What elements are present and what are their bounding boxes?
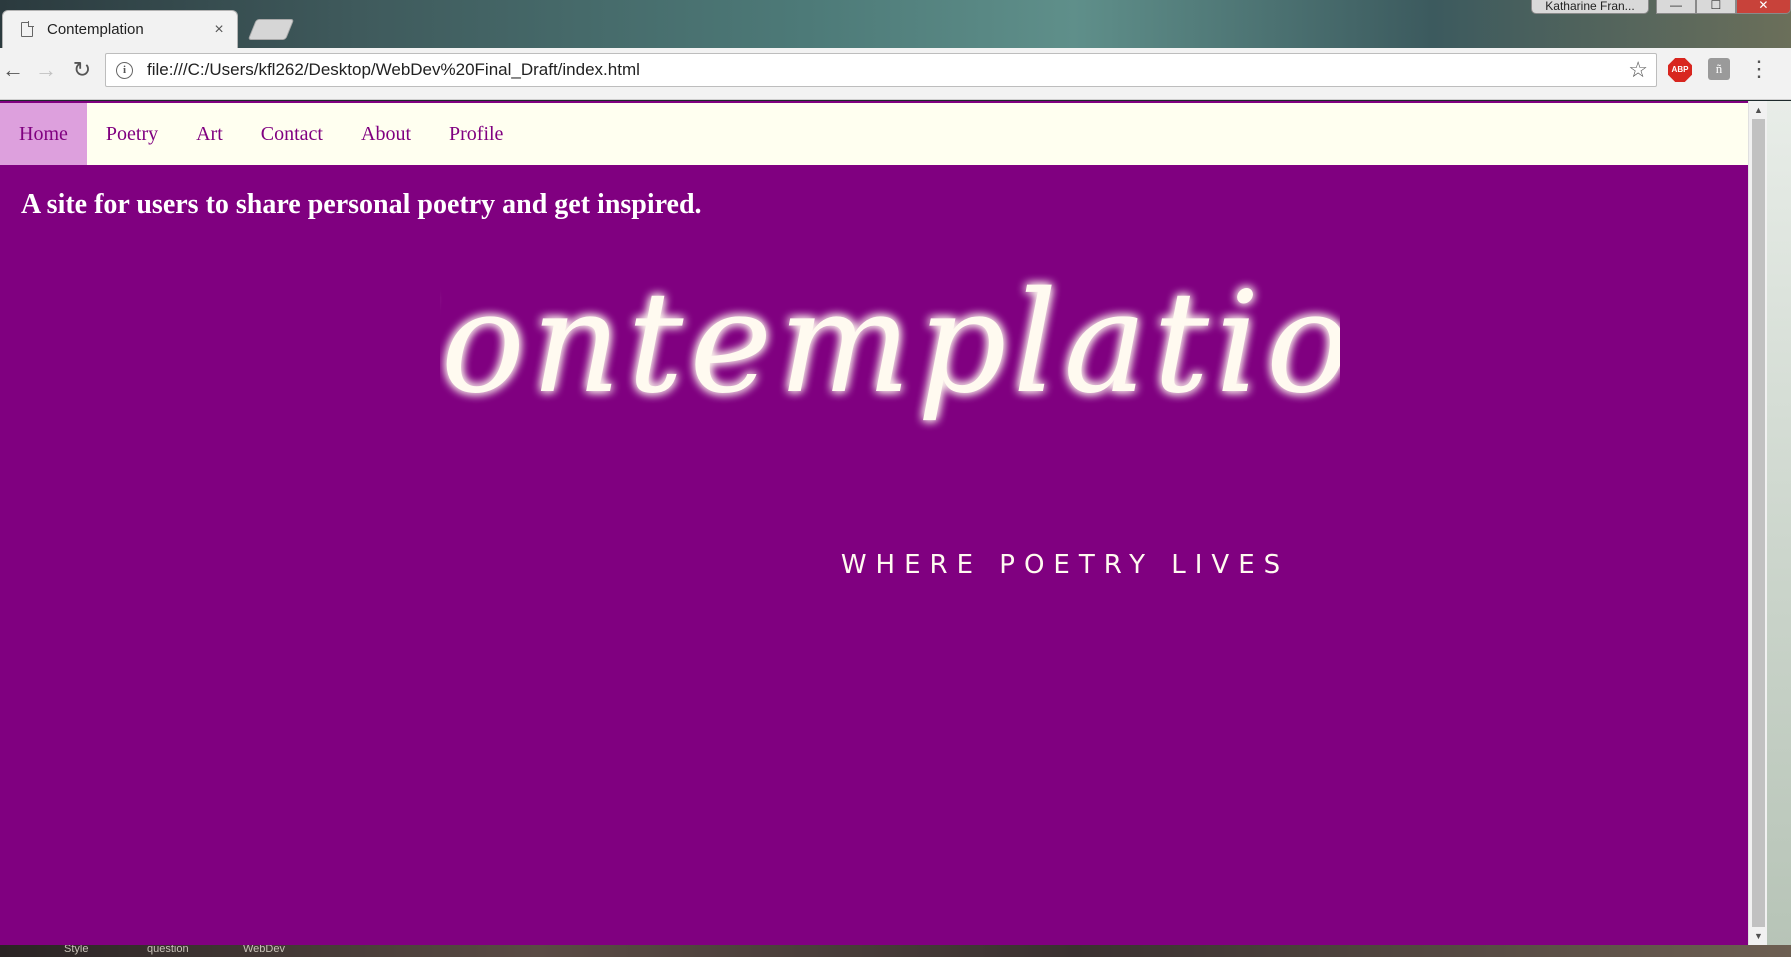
site-logo: Contemplation WHERE POETRY LIVES: [440, 262, 1340, 580]
tab-close-icon[interactable]: ×: [211, 21, 227, 39]
desktop-edge: [1767, 101, 1791, 945]
logo-title: Contemplation: [440, 262, 1340, 425]
info-icon[interactable]: i: [116, 61, 133, 79]
scroll-up-icon[interactable]: ▲: [1749, 101, 1768, 119]
nav-contact[interactable]: Contact: [242, 103, 342, 165]
page-scrollbar[interactable]: ▲ ▼: [1748, 101, 1767, 945]
close-window-button[interactable]: ✕: [1735, 0, 1791, 14]
window-controls: — ☐ ✕: [1656, 0, 1791, 14]
taskbar-item[interactable]: question: [147, 945, 189, 955]
document-icon: [21, 21, 34, 37]
scroll-down-icon[interactable]: ▼: [1749, 927, 1768, 945]
address-bar[interactable]: i file:///C:/Users/kfl262/Desktop/WebDev…: [105, 53, 1657, 87]
minimize-button[interactable]: —: [1656, 0, 1696, 14]
taskbar-item[interactable]: WebDev: [243, 945, 285, 955]
url-text[interactable]: file:///C:/Users/kfl262/Desktop/WebDev%2…: [147, 60, 1628, 80]
site-tagline: A site for users to share personal poetr…: [21, 189, 702, 220]
tab-title: Contemplation: [47, 21, 144, 38]
taskbar-item[interactable]: Style: [64, 945, 88, 955]
nav-art[interactable]: Art: [177, 103, 242, 165]
forward-arrow-icon[interactable]: →: [33, 57, 59, 83]
reload-icon[interactable]: ↻: [69, 57, 95, 83]
nav-about[interactable]: About: [342, 103, 430, 165]
menu-icon[interactable]: ⋮: [1748, 56, 1770, 82]
bookmark-star-icon[interactable]: ☆: [1628, 57, 1648, 83]
scroll-thumb[interactable]: [1752, 119, 1765, 927]
taskbar: Style question WebDev: [0, 945, 1791, 957]
browser-toolbar: ← → ↻ i file:///C:/Users/kfl262/Desktop/…: [0, 48, 1791, 100]
page-viewport: Home Poetry Art Contact About Profile A …: [0, 101, 1748, 945]
logo-subtitle: WHERE POETRY LIVES: [841, 550, 1289, 580]
adblock-icon[interactable]: ABP: [1668, 58, 1692, 82]
nav-home[interactable]: Home: [0, 103, 87, 165]
extension-icon[interactable]: ñ: [1708, 58, 1730, 80]
browser-tab[interactable]: Contemplation ×: [2, 10, 238, 48]
site-navigation: Home Poetry Art Contact About Profile: [0, 103, 1748, 165]
profile-chip[interactable]: Katharine Fran...: [1531, 0, 1649, 14]
nav-profile[interactable]: Profile: [430, 103, 522, 165]
back-arrow-icon[interactable]: ←: [0, 57, 26, 83]
maximize-button[interactable]: ☐: [1695, 0, 1736, 14]
nav-poetry[interactable]: Poetry: [87, 103, 177, 165]
